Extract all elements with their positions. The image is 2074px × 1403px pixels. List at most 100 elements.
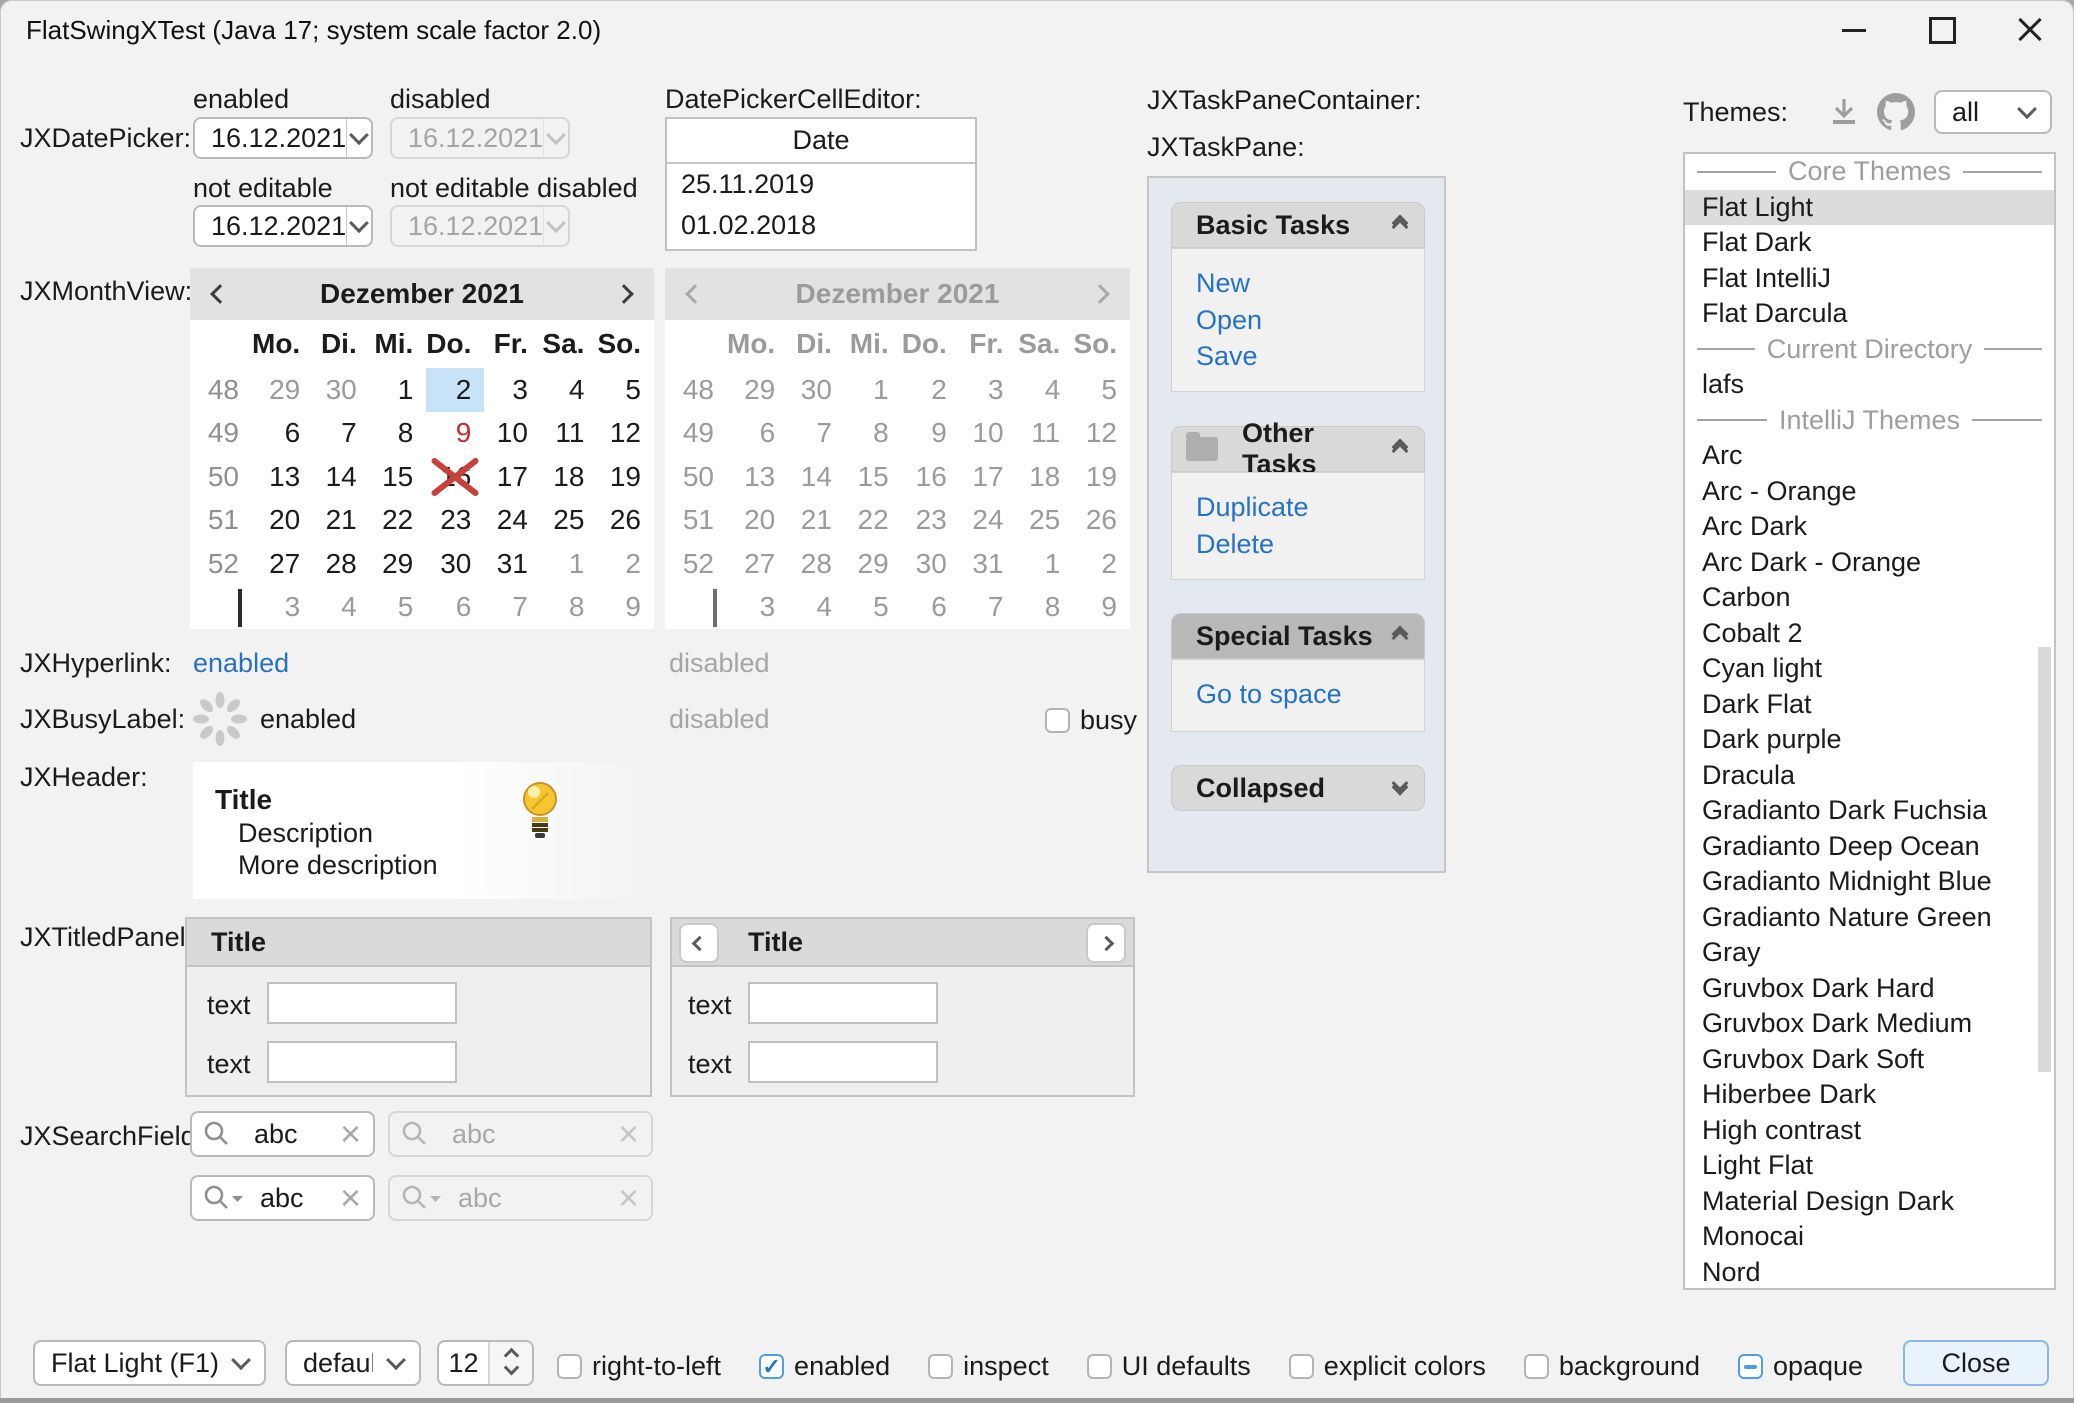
day-cell[interactable]: 30 — [313, 368, 370, 412]
day-cell[interactable]: 14 — [313, 455, 370, 499]
task-link-open[interactable]: Open — [1196, 302, 1424, 339]
taskpane-header-special-tasks[interactable]: Special Tasks — [1171, 613, 1425, 659]
theme-item-cobalt-2[interactable]: Cobalt 2 — [1685, 616, 2054, 652]
day-cell[interactable]: 7 — [313, 412, 370, 456]
next-button[interactable] — [1086, 923, 1126, 963]
theme-item-dark-purple[interactable]: Dark purple — [1685, 722, 2054, 758]
task-link-duplicate[interactable]: Duplicate — [1196, 489, 1424, 526]
day-cell[interactable]: 8 — [541, 586, 598, 630]
text-field[interactable] — [748, 1041, 938, 1083]
day-cell[interactable]: 5 — [370, 586, 427, 630]
close-button[interactable]: Close — [1903, 1340, 2049, 1386]
minimize-button[interactable] — [1810, 0, 1898, 60]
theme-item-gruvbox-dark-soft[interactable]: Gruvbox Dark Soft — [1685, 1042, 2054, 1078]
task-link-save[interactable]: Save — [1196, 338, 1424, 375]
day-cell[interactable]: 12 — [597, 412, 654, 456]
task-link-delete[interactable]: Delete — [1196, 526, 1424, 563]
day-cell[interactable]: 2 — [426, 368, 484, 412]
theme-item-flat-dark[interactable]: Flat Dark — [1685, 225, 2054, 261]
day-cell[interactable]: 16 — [426, 455, 484, 499]
task-link-new[interactable]: New — [1196, 265, 1424, 302]
day-cell[interactable]: 13 — [252, 455, 313, 499]
theme-item-flat-darcula[interactable]: Flat Darcula — [1685, 296, 2054, 332]
datepicker-dropdown-button[interactable] — [346, 207, 371, 245]
day-cell[interactable]: 17 — [484, 455, 541, 499]
day-cell[interactable]: 8 — [370, 412, 427, 456]
day-cell[interactable]: 4 — [541, 368, 598, 412]
expand-icon[interactable] — [1394, 784, 1406, 792]
theme-item-gradianto-nature-green[interactable]: Gradianto Nature Green — [1685, 900, 2054, 936]
theme-item-high-contrast[interactable]: High contrast — [1685, 1113, 2054, 1149]
day-cell[interactable]: 3 — [484, 368, 541, 412]
taskpane-header-collapsed[interactable]: Collapsed — [1171, 765, 1425, 811]
datepicker-value[interactable]: 16.12.2021 — [195, 211, 346, 242]
checkbox-box[interactable] — [1738, 1354, 1763, 1379]
day-cell[interactable]: 21 — [313, 499, 370, 543]
text-field[interactable] — [267, 1041, 457, 1083]
theme-item-dracula[interactable]: Dracula — [1685, 758, 2054, 794]
search-menu-icon[interactable] — [202, 1184, 248, 1212]
theme-filter-combobox[interactable]: all — [1934, 90, 2052, 134]
date-table-header[interactable]: Date — [667, 119, 975, 164]
taskpane-header-basic-tasks[interactable]: Basic Tasks — [1171, 202, 1425, 248]
task-link-go-to-space[interactable]: Go to space — [1196, 676, 1424, 713]
checkbox-opaque[interactable]: opaque — [1738, 1351, 1863, 1382]
collapse-icon[interactable] — [1394, 221, 1406, 229]
next-month-button[interactable] — [594, 268, 654, 320]
datepicker-dropdown-button[interactable] — [346, 119, 371, 157]
table-row[interactable]: 01.02.2018 — [667, 205, 975, 246]
datepicker-not-editable[interactable]: 16.12.2021 — [193, 205, 373, 247]
checkbox-ui-defaults[interactable]: UI defaults — [1087, 1351, 1251, 1382]
checkbox-box[interactable] — [1087, 1354, 1112, 1379]
prev-button[interactable] — [679, 923, 719, 963]
day-cell[interactable]: 7 — [484, 586, 541, 630]
day-cell[interactable]: 15 — [370, 455, 427, 499]
day-cell[interactable]: 26 — [597, 499, 654, 543]
busy-checkbox[interactable]: busy — [1045, 705, 1137, 736]
theme-item-arc-orange[interactable]: Arc - Orange — [1685, 474, 2054, 510]
clear-icon[interactable]: × — [340, 1180, 373, 1216]
theme-item-light-flat[interactable]: Light Flat — [1685, 1148, 2054, 1184]
theme-item-dark-flat[interactable]: Dark Flat — [1685, 687, 2054, 723]
day-cell[interactable]: 19 — [597, 455, 654, 499]
day-cell[interactable]: 3 — [252, 586, 313, 630]
day-cell[interactable]: 29 — [252, 368, 313, 412]
day-cell[interactable]: 9 — [597, 586, 654, 630]
theme-item-gruvbox-dark-hard[interactable]: Gruvbox Dark Hard — [1685, 971, 2054, 1007]
collapse-icon[interactable] — [1394, 445, 1406, 453]
day-cell[interactable]: 28 — [313, 542, 370, 586]
day-cell[interactable]: 11 — [541, 412, 598, 456]
day-cell[interactable]: 20 — [252, 499, 313, 543]
github-link-button[interactable] — [1874, 90, 1918, 134]
theme-combobox[interactable]: Flat Light (F1) — [33, 1340, 266, 1386]
checkbox-box[interactable] — [1289, 1354, 1314, 1379]
datepicker-enabled[interactable]: 16.12.2021 — [193, 117, 373, 159]
checkbox-explicit-colors[interactable]: explicit colors — [1289, 1351, 1486, 1382]
day-cell[interactable]: 29 — [370, 542, 427, 586]
datepicker-value[interactable]: 16.12.2021 — [195, 123, 346, 154]
search-input[interactable]: abc × — [190, 1111, 375, 1157]
spinner-buttons[interactable] — [488, 1342, 532, 1384]
checkbox-box[interactable] — [557, 1354, 582, 1379]
theme-item-arc[interactable]: Arc — [1685, 438, 2054, 474]
day-cell[interactable]: 18 — [541, 455, 598, 499]
checkbox-inspect[interactable]: inspect — [928, 1351, 1049, 1382]
theme-item-gradianto-dark-fuchsia[interactable]: Gradianto Dark Fuchsia — [1685, 793, 2054, 829]
checkbox-box[interactable] — [1045, 708, 1070, 733]
hyperlink-enabled[interactable]: enabled — [193, 648, 289, 679]
search-input-with-menu[interactable]: abc × — [190, 1175, 375, 1221]
search-value[interactable]: abc — [242, 1119, 340, 1150]
window-close-button[interactable] — [1986, 0, 2074, 60]
theme-item-gray[interactable]: Gray — [1685, 935, 2054, 971]
checkbox-label[interactable]: busy — [1080, 705, 1137, 736]
renderer-combobox[interactable]: default — [285, 1340, 421, 1386]
checkbox-box[interactable] — [759, 1354, 784, 1379]
collapse-icon[interactable] — [1394, 632, 1406, 640]
day-cell[interactable]: 22 — [370, 499, 427, 543]
combobox-value[interactable]: Flat Light (F1) — [35, 1348, 218, 1379]
theme-item-flat-light[interactable]: Flat Light — [1685, 190, 2054, 226]
table-row[interactable]: 25.11.2019 — [667, 164, 975, 205]
day-cell[interactable]: 27 — [252, 542, 313, 586]
text-field[interactable] — [748, 982, 938, 1024]
day-cell[interactable]: 1 — [541, 542, 598, 586]
